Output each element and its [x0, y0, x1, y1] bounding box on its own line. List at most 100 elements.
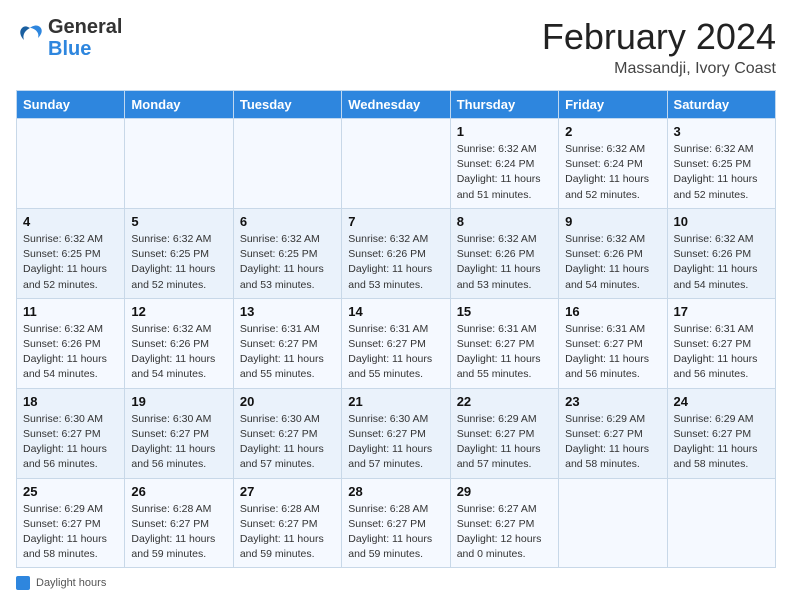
day-info: Sunrise: 6:32 AMSunset: 6:26 PMDaylight:… [674, 232, 769, 293]
day-number: 20 [240, 394, 335, 409]
day-info: Sunrise: 6:32 AMSunset: 6:24 PMDaylight:… [565, 142, 660, 203]
calendar-cell: 13 Sunrise: 6:31 AMSunset: 6:27 PMDayligh… [233, 298, 341, 388]
day-number: 23 [565, 394, 660, 409]
calendar-cell: 19Sunrise: 6:30 AMSunset: 6:27 PMDayligh… [125, 388, 233, 478]
day-info: Sunrise: 6:29 AMSunset: 6:27 PMDaylight:… [565, 412, 660, 473]
calendar-cell: 12 Sunrise: 6:32 AMSunset: 6:26 PMDayligh… [125, 298, 233, 388]
daylight-label: Daylight hours [36, 577, 106, 589]
calendar-day-header: Sunday [17, 91, 125, 119]
day-info: Sunrise: 6:32 AMSunset: 6:25 PMDaylight:… [23, 232, 118, 293]
logo-text: General Blue [48, 16, 122, 60]
day-info: Sunrise: 6:32 AMSunset: 6:25 PMDaylight:… [674, 142, 769, 203]
calendar-header-row: SundayMondayTuesdayWednesdayThursdayFrid… [17, 91, 776, 119]
day-info: Sunrise: 6:31 AMSunset: 6:27 PMDaylight:… [565, 322, 660, 383]
day-number: 6 [240, 214, 335, 229]
day-number: 29 [457, 484, 552, 499]
day-info: Sunrise: 6:31 AMSunset: 6:27 PMDaylight:… [240, 322, 335, 383]
calendar-cell: 6Sunrise: 6:32 AMSunset: 6:25 PMDaylight… [233, 208, 341, 298]
day-number: 3 [674, 124, 769, 139]
location-subtitle: Massandji, Ivory Coast [542, 60, 776, 78]
day-info: Sunrise: 6:32 AMSunset: 6:24 PMDaylight:… [457, 142, 552, 203]
day-number: 18 [23, 394, 118, 409]
calendar-cell [233, 119, 341, 209]
day-number: 21 [348, 394, 443, 409]
month-year-title: February 2024 [542, 16, 776, 58]
calendar-week-row: 11Sunrise: 6:32 AMSunset: 6:26 PMDayligh… [17, 298, 776, 388]
calendar-week-row: 25 Sunrise: 6:29 AMSunset: 6:27 PMDayligh… [17, 478, 776, 568]
day-number: 15 [457, 304, 552, 319]
day-info: Sunrise: 6:31 AMSunset: 6:27 PMDaylight:… [348, 322, 443, 383]
day-number: 9 [565, 214, 660, 229]
day-info: Sunrise: 6:32 AMSunset: 6:26 PMDaylight:… [131, 322, 226, 383]
day-info: Sunrise: 6:30 AMSunset: 6:27 PMDaylight:… [348, 412, 443, 473]
day-number: 7 [348, 214, 443, 229]
calendar-cell: 20 Sunrise: 6:30 AMSunset: 6:27 PMDayligh… [233, 388, 341, 478]
daylight-legend-box [16, 576, 30, 590]
day-info: Sunrise: 6:30 AMSunset: 6:27 PMDaylight:… [240, 412, 335, 473]
day-info: Sunrise: 6:29 AMSunset: 6:27 PMDaylight:… [23, 502, 118, 563]
calendar-cell: 27 Sunrise: 6:28 AMSunset: 6:27 PMDayligh… [233, 478, 341, 568]
calendar-cell: 18 Sunrise: 6:30 AMSunset: 6:27 PMDayligh… [17, 388, 125, 478]
day-number: 17 [674, 304, 769, 319]
calendar-cell [667, 478, 775, 568]
day-info: Sunrise: 6:30 AMSunset: 6:27 PMDaylight:… [23, 412, 118, 473]
logo-bird-icon [16, 24, 44, 52]
day-info: Sunrise: 6:31 AMSunset: 6:27 PMDaylight:… [457, 322, 552, 383]
day-info: Sunrise: 6:28 AMSunset: 6:27 PMDaylight:… [348, 502, 443, 563]
calendar-cell: 29 Sunrise: 6:27 AMSunset: 6:27 PMDayligh… [450, 478, 558, 568]
day-number: 1 [457, 124, 552, 139]
day-info: Sunrise: 6:28 AMSunset: 6:27 PMDaylight:… [240, 502, 335, 563]
calendar-cell [559, 478, 667, 568]
calendar-cell: 17 Sunrise: 6:31 AMSunset: 6:27 PMDayligh… [667, 298, 775, 388]
day-number: 2 [565, 124, 660, 139]
calendar-week-row: 4 Sunrise: 6:32 AMSunset: 6:25 PMDaylight… [17, 208, 776, 298]
day-number: 5 [131, 214, 226, 229]
day-number: 4 [23, 214, 118, 229]
day-number: 24 [674, 394, 769, 409]
calendar-cell: 25 Sunrise: 6:29 AMSunset: 6:27 PMDayligh… [17, 478, 125, 568]
day-info: Sunrise: 6:30 AMSunset: 6:27 PMDaylight:… [131, 412, 226, 473]
calendar-week-row: 1 Sunrise: 6:32 AMSunset: 6:24 PMDaylight… [17, 119, 776, 209]
day-number: 27 [240, 484, 335, 499]
day-number: 10 [674, 214, 769, 229]
calendar-day-header: Tuesday [233, 91, 341, 119]
calendar-cell: 3 Sunrise: 6:32 AMSunset: 6:25 PMDaylight… [667, 119, 775, 209]
calendar-cell [17, 119, 125, 209]
day-number: 12 [131, 304, 226, 319]
calendar-cell: 16 Sunrise: 6:31 AMSunset: 6:27 PMDayligh… [559, 298, 667, 388]
day-info: Sunrise: 6:32 AMSunset: 6:26 PMDaylight:… [457, 232, 552, 293]
day-info: Sunrise: 6:27 AMSunset: 6:27 PMDaylight:… [457, 502, 552, 563]
calendar-day-header: Wednesday [342, 91, 450, 119]
calendar-cell [342, 119, 450, 209]
calendar-cell: 21 Sunrise: 6:30 AMSunset: 6:27 PMDayligh… [342, 388, 450, 478]
day-number: 25 [23, 484, 118, 499]
calendar-cell: 24Sunrise: 6:29 AMSunset: 6:27 PMDayligh… [667, 388, 775, 478]
calendar-cell: 14Sunrise: 6:31 AMSunset: 6:27 PMDayligh… [342, 298, 450, 388]
calendar-day-header: Friday [559, 91, 667, 119]
calendar-cell: 10 Sunrise: 6:32 AMSunset: 6:26 PMDayligh… [667, 208, 775, 298]
day-number: 16 [565, 304, 660, 319]
day-info: Sunrise: 6:32 AMSunset: 6:26 PMDaylight:… [348, 232, 443, 293]
calendar-cell: 9Sunrise: 6:32 AMSunset: 6:26 PMDaylight… [559, 208, 667, 298]
logo: General Blue [16, 16, 122, 60]
calendar-cell: 1 Sunrise: 6:32 AMSunset: 6:24 PMDaylight… [450, 119, 558, 209]
calendar-cell: 8Sunrise: 6:32 AMSunset: 6:26 PMDaylight… [450, 208, 558, 298]
calendar-cell: 7 Sunrise: 6:32 AMSunset: 6:26 PMDaylight… [342, 208, 450, 298]
calendar-table: SundayMondayTuesdayWednesdayThursdayFrid… [16, 90, 776, 568]
day-number: 28 [348, 484, 443, 499]
day-info: Sunrise: 6:32 AMSunset: 6:26 PMDaylight:… [23, 322, 118, 383]
day-info: Sunrise: 6:28 AMSunset: 6:27 PMDaylight:… [131, 502, 226, 563]
calendar-day-header: Saturday [667, 91, 775, 119]
day-info: Sunrise: 6:32 AMSunset: 6:25 PMDaylight:… [131, 232, 226, 293]
calendar-cell: 23 Sunrise: 6:29 AMSunset: 6:27 PMDayligh… [559, 388, 667, 478]
calendar-cell: 5 Sunrise: 6:32 AMSunset: 6:25 PMDaylight… [125, 208, 233, 298]
calendar-day-header: Monday [125, 91, 233, 119]
calendar-cell: 15 Sunrise: 6:31 AMSunset: 6:27 PMDayligh… [450, 298, 558, 388]
calendar-cell: 4 Sunrise: 6:32 AMSunset: 6:25 PMDaylight… [17, 208, 125, 298]
footer: Daylight hours [16, 576, 776, 590]
day-number: 13 [240, 304, 335, 319]
day-info: Sunrise: 6:31 AMSunset: 6:27 PMDaylight:… [674, 322, 769, 383]
calendar-cell: 11Sunrise: 6:32 AMSunset: 6:26 PMDayligh… [17, 298, 125, 388]
calendar-day-header: Thursday [450, 91, 558, 119]
calendar-cell: 22Sunrise: 6:29 AMSunset: 6:27 PMDayligh… [450, 388, 558, 478]
